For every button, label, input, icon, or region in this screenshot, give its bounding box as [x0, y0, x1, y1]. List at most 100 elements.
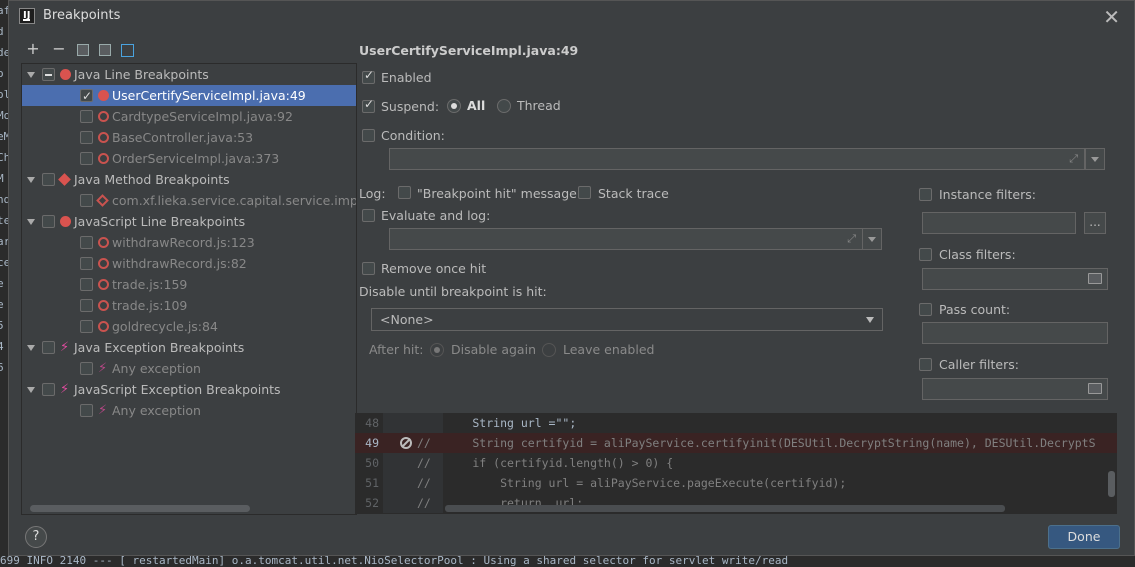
group-by-file-icon[interactable]	[99, 44, 111, 56]
disable-again-label: Disable again	[451, 342, 536, 357]
class-filters-input[interactable]	[922, 268, 1108, 290]
tree-item-checkbox[interactable]	[80, 362, 93, 375]
caller-filters-input[interactable]	[922, 378, 1108, 400]
tree-item-checkbox[interactable]	[80, 86, 93, 107]
tree-item-row[interactable]: CardtypeServiceImpl.java:92	[22, 106, 356, 127]
tree-item-checkbox[interactable]	[42, 341, 55, 354]
folder-icon[interactable]	[1088, 273, 1102, 284]
help-button[interactable]: ?	[25, 526, 47, 548]
line-number: 48	[365, 416, 379, 430]
background-code-fragment: 4	[0, 340, 4, 353]
dialog-title: Breakpoints	[43, 8, 121, 23]
caller-filters-checkbox[interactable]	[919, 358, 932, 371]
tree-item-row[interactable]: ⚡ Any exception	[22, 358, 356, 379]
tree-item-row[interactable]: BaseController.java:53	[22, 127, 356, 148]
condition-checkbox[interactable]	[362, 129, 375, 142]
tree-item-row[interactable]: withdrawRecord.js:123	[22, 232, 356, 253]
instance-filters-browse-button[interactable]: ...	[1084, 212, 1106, 234]
expand-arrow-icon[interactable]	[26, 343, 36, 353]
tree-item-row[interactable]: com.xf.lieka.service.capital.service.imp…	[22, 190, 356, 211]
stack-trace-label: Stack trace	[598, 186, 669, 201]
tree-group-row[interactable]: Java Line Breakpoints	[22, 64, 356, 85]
condition-history-dropdown[interactable]	[1085, 148, 1105, 170]
tree-item-checkbox[interactable]	[80, 320, 93, 333]
expand-arrow-icon[interactable]	[26, 217, 36, 227]
muted-breakpoint-icon[interactable]	[400, 437, 412, 449]
condition-input[interactable]: ⤢	[389, 148, 1085, 170]
red-ring-icon	[98, 111, 109, 122]
done-button[interactable]: Done	[1048, 525, 1120, 549]
class-filters-checkbox[interactable]	[919, 248, 932, 261]
background-code-fragment: 6	[0, 361, 4, 374]
suspend-checkbox[interactable]	[362, 97, 375, 113]
tree-item-row[interactable]: goldrecycle.js:84	[22, 316, 356, 337]
tree-item-checkbox[interactable]	[80, 278, 93, 291]
tree-item-checkbox[interactable]	[80, 194, 93, 207]
tree-item-checkbox[interactable]	[80, 257, 93, 270]
evaluate-log-checkbox[interactable]	[362, 209, 375, 222]
suspend-all-radio[interactable]	[447, 99, 461, 113]
suspend-label: Suspend:	[381, 99, 440, 114]
tree-item-checkbox[interactable]	[80, 299, 93, 312]
tree-item-checkbox[interactable]	[42, 173, 55, 186]
tree-item-checkbox[interactable]	[80, 110, 93, 123]
stack-trace-checkbox[interactable]	[578, 186, 591, 199]
source-horizontal-scrollbar[interactable]	[445, 505, 1005, 512]
group-by-class-icon[interactable]	[121, 43, 134, 57]
evaluate-history-dropdown[interactable]	[862, 228, 882, 250]
enabled-checkbox[interactable]	[362, 68, 375, 84]
after-hit-label: After hit:	[369, 342, 424, 357]
tree-item-row[interactable]: trade.js:159	[22, 274, 356, 295]
tree-horizontal-scrollbar[interactable]	[30, 505, 250, 512]
expand-arrow-icon[interactable]	[26, 175, 36, 185]
evaluate-log-input[interactable]: ⤢	[389, 228, 863, 250]
group-by-package-icon[interactable]	[77, 44, 89, 56]
tree-group-row[interactable]: ⚡ JavaScript Exception Breakpoints	[22, 379, 356, 400]
condition-label: Condition:	[381, 128, 445, 143]
tree-item-checkbox[interactable]	[42, 68, 55, 81]
disable-again-radio[interactable]	[430, 343, 444, 357]
suspend-thread-radio[interactable]	[497, 99, 511, 113]
pass-count-checkbox[interactable]	[919, 303, 932, 316]
tree-item-checkbox[interactable]	[80, 131, 93, 144]
folder-icon[interactable]	[1088, 383, 1102, 394]
tree-item-row[interactable]: withdrawRecord.js:82	[22, 253, 356, 274]
tree-group-row[interactable]: ⚡ Java Exception Breakpoints	[22, 337, 356, 358]
tree-item-checkbox[interactable]	[42, 215, 55, 228]
instance-filters-checkbox[interactable]	[919, 188, 932, 201]
tree-item-checkbox[interactable]	[80, 404, 93, 417]
expand-arrow-icon[interactable]	[26, 70, 36, 80]
breakpoint-tree[interactable]: Java Line Breakpoints UserCertifyServiceI…	[21, 63, 357, 515]
background-code-fragment: e	[0, 298, 4, 311]
tree-group-row[interactable]: JavaScript Line Breakpoints	[22, 211, 356, 232]
expand-icon[interactable]: ⤢	[847, 232, 856, 246]
lightning-icon: ⚡	[60, 382, 70, 397]
line-number: 49	[365, 436, 379, 450]
tree-item-checkbox[interactable]	[80, 236, 93, 249]
tree-item-checkbox[interactable]	[42, 383, 55, 396]
tree-group-row[interactable]: Java Method Breakpoints	[22, 169, 356, 190]
remove-breakpoint-button[interactable]: −	[51, 41, 67, 57]
instance-filters-input[interactable]	[922, 212, 1076, 234]
tree-item-label: Java Method Breakpoints	[74, 172, 230, 187]
add-breakpoint-button[interactable]: +	[25, 41, 41, 57]
background-editor-strip: af d de o ol Mo eM Ch Mnd te ar ce e e 5 4 6	[0, 0, 11, 567]
tree-item-checkbox[interactable]	[80, 152, 93, 165]
close-button[interactable]: ✕	[1103, 5, 1120, 29]
red-diamond-icon	[58, 173, 71, 186]
tree-item-row[interactable]: ⚡ Any exception	[22, 400, 356, 421]
tree-item-row[interactable]: UserCertifyServiceImpl.java:49	[22, 85, 356, 107]
source-vertical-scrollbar[interactable]	[1108, 471, 1115, 497]
expand-arrow-icon[interactable]	[26, 385, 36, 395]
remove-once-hit-checkbox[interactable]	[362, 262, 375, 275]
tree-item-label: UserCertifyServiceImpl.java:49	[112, 88, 306, 103]
background-code-fragment: de	[0, 46, 11, 59]
tree-item-label: Java Exception Breakpoints	[74, 340, 245, 355]
tree-item-row[interactable]: trade.js:109	[22, 295, 356, 316]
expand-icon[interactable]: ⤢	[1069, 152, 1078, 166]
pass-count-input[interactable]	[922, 322, 1108, 344]
log-message-checkbox[interactable]	[398, 186, 411, 199]
tree-item-row[interactable]: OrderServiceImpl.java:373	[22, 148, 356, 169]
disable-until-select[interactable]: <None>	[371, 308, 883, 331]
leave-enabled-radio[interactable]	[542, 343, 556, 357]
